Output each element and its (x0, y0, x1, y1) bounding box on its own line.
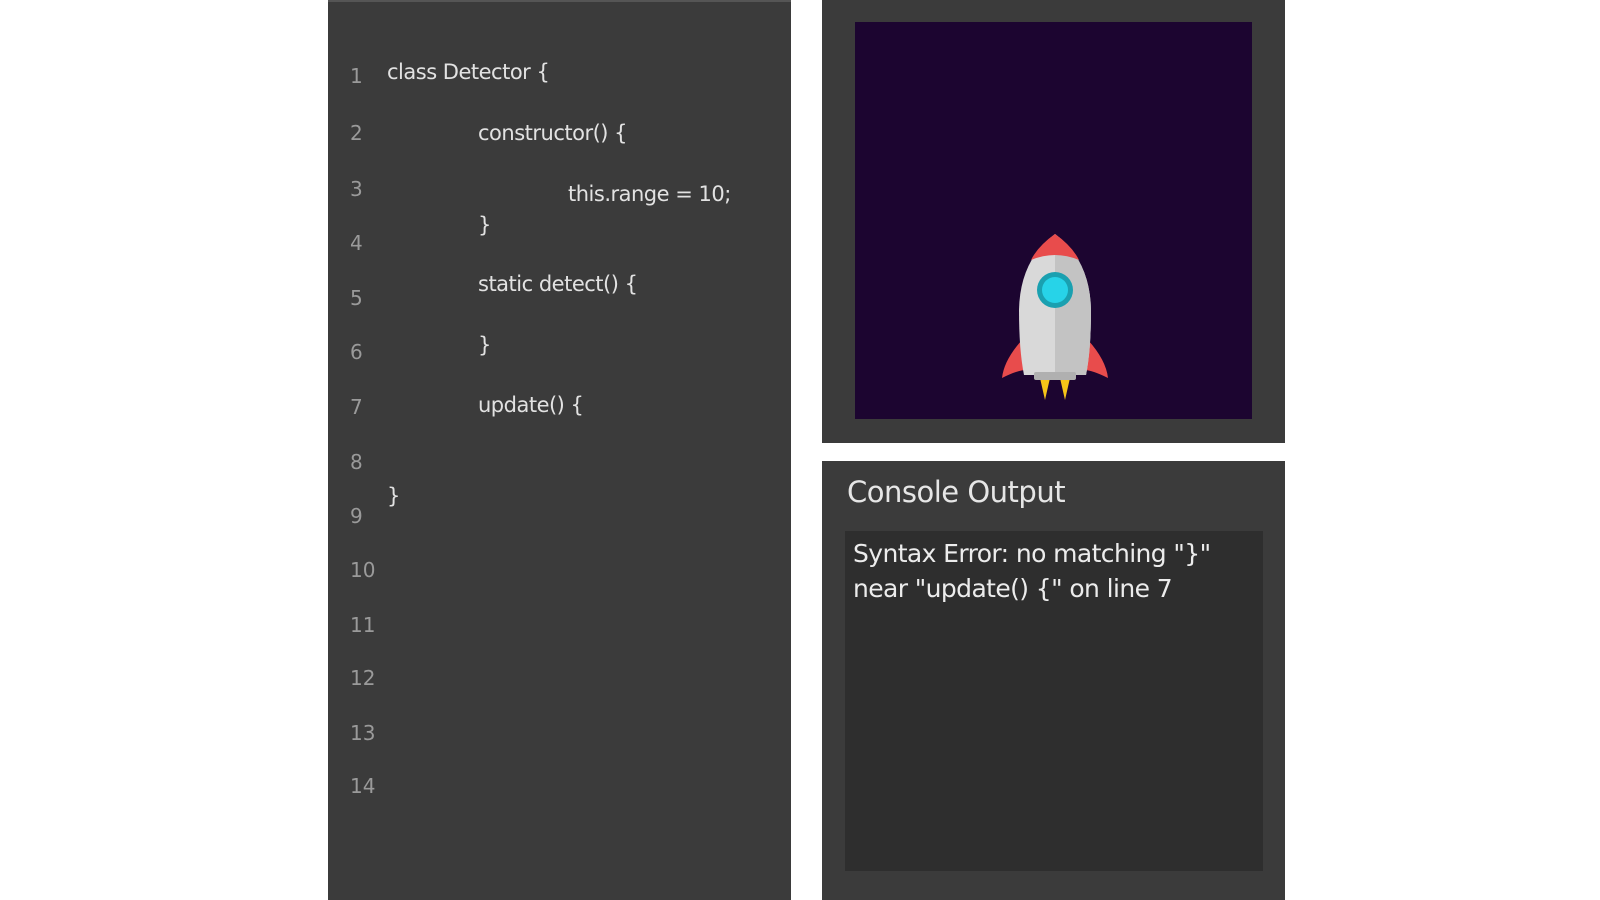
console-error-line: near "update() {" on line 7 (853, 574, 1173, 603)
game-canvas[interactable] (855, 22, 1252, 419)
console-error-line: Syntax Error: no matching "}" (853, 539, 1211, 568)
code-editor[interactable]: 1 2 3 4 5 6 7 8 9 10 11 12 13 14 class D… (328, 0, 791, 900)
code-line[interactable]: static detect() { (478, 272, 638, 296)
line-number: 14 (350, 774, 376, 798)
line-number: 7 (350, 395, 363, 419)
app-stage: 1 2 3 4 5 6 7 8 9 10 11 12 13 14 class D… (0, 0, 1600, 900)
code-line[interactable]: } (478, 333, 491, 357)
code-line[interactable]: constructor() { (478, 121, 628, 145)
line-number: 13 (350, 721, 376, 745)
line-number: 4 (350, 231, 363, 255)
code-line[interactable]: } (387, 484, 400, 508)
line-number: 5 (350, 286, 363, 310)
line-number: 8 (350, 450, 363, 474)
line-number: 9 (350, 504, 363, 528)
line-number: 1 (350, 64, 363, 88)
rocket-icon (1002, 234, 1108, 400)
code-line[interactable]: this.range = 10; (568, 182, 731, 206)
line-number: 2 (350, 121, 363, 145)
preview-panel (822, 0, 1285, 443)
code-line[interactable]: class Detector { (387, 60, 550, 84)
console-title: Console Output (847, 475, 1066, 509)
code-line[interactable]: } (478, 213, 491, 237)
line-number: 11 (350, 613, 376, 637)
line-number: 6 (350, 340, 363, 364)
line-number-gutter: 1 2 3 4 5 6 7 8 9 10 11 12 13 14 (328, 2, 388, 900)
line-number: 12 (350, 666, 376, 690)
line-number: 10 (350, 558, 376, 582)
console-panel: Console Output Syntax Error: no matching… (822, 461, 1285, 900)
console-output[interactable]: Syntax Error: no matching "}" near "upda… (845, 531, 1263, 871)
line-number: 3 (350, 177, 363, 201)
code-line[interactable]: update() { (478, 393, 584, 417)
